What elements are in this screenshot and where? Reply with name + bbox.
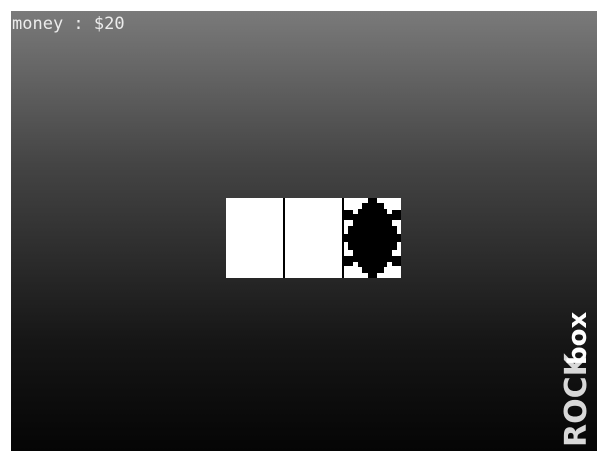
svg-text:box: box (563, 312, 593, 365)
reel-3 (344, 198, 401, 278)
reel-1 (226, 198, 285, 278)
slot-reels (226, 198, 401, 278)
gear-symbol-icon (344, 198, 401, 278)
reel-2 (285, 198, 344, 278)
game-screen: money : $20 ROCK box (11, 11, 597, 451)
money-display: money : $20 (12, 14, 125, 34)
rockbox-logo: ROCK box (559, 312, 594, 447)
